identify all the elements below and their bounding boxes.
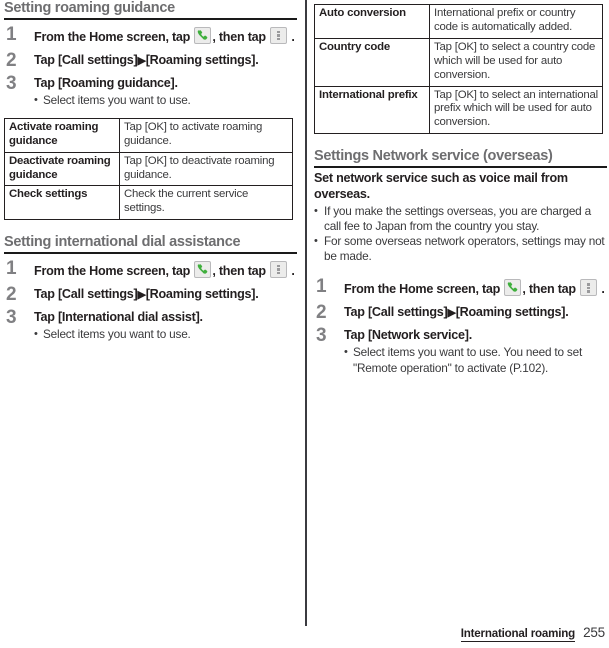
arrow-right-icon: ▶ <box>137 54 146 67</box>
table-cell-value: International prefix or country code is … <box>429 4 603 39</box>
steps-roaming-guidance: 1 From the Home screen, tap , then tap .… <box>4 23 297 108</box>
step-text: Tap [Call settings]▶[Roaming settings]. <box>34 53 297 69</box>
overflow-menu-icon <box>580 279 598 297</box>
step-text-part: . <box>598 282 605 297</box>
page-number: 255 <box>583 625 605 640</box>
table-cell-key: Auto conversion <box>314 4 430 39</box>
step-item: 2 Tap [Call settings]▶[Roaming settings]… <box>4 283 297 305</box>
table-cell-key: Activate roaming guidance <box>4 117 120 153</box>
step-text-part: Tap [Call settings] <box>34 286 138 301</box>
table-row: Auto conversion International prefix or … <box>314 4 603 39</box>
step-number: 3 <box>6 306 17 328</box>
step-notes: Select items you want to use. You need t… <box>344 345 607 375</box>
manual-page: Setting roaming guidance 1 From the Home… <box>0 0 609 648</box>
note-item: Select items you want to use. <box>34 327 297 342</box>
table-cell-value: Check the current service settings. <box>119 185 293 221</box>
step-number: 3 <box>316 325 327 347</box>
section-heading-network-service-overseas: Settings Network service (overseas) <box>314 148 607 168</box>
step-text-part: From the Home screen, tap <box>34 263 194 278</box>
right-column: Auto conversion International prefix or … <box>314 0 607 648</box>
table-row: Activate roaming guidance Tap [OK] to ac… <box>4 117 293 153</box>
step-number: 1 <box>316 276 327 298</box>
step-text-part: Tap [Call settings] <box>344 305 448 320</box>
step-item: 2 Tap [Call settings]▶[Roaming settings]… <box>4 49 297 71</box>
step-text: Tap [Roaming guidance]. <box>34 75 178 90</box>
step-text-part: , then tap <box>212 263 270 278</box>
table-row: Country code Tap [OK] to select a countr… <box>314 37 603 87</box>
step-text-part: [Roaming settings]. <box>455 305 569 320</box>
note-item: Select items you want to use. You need t… <box>344 345 607 375</box>
footer-running-head: International roaming <box>460 627 576 642</box>
step-text-part: , then tap <box>522 282 580 297</box>
note-item: If you make the settings overseas, you a… <box>314 204 607 234</box>
section-lead-notes: If you make the settings overseas, you a… <box>314 204 607 265</box>
overflow-menu-icon <box>270 260 288 278</box>
step-number: 1 <box>6 23 17 45</box>
step-item: 3 Tap [Roaming guidance]. Select items y… <box>4 72 297 108</box>
section-heading-international-dial-assistance: Setting international dial assistance <box>4 234 297 254</box>
step-text: From the Home screen, tap , then tap . <box>344 279 607 298</box>
column-divider <box>305 0 307 626</box>
overflow-menu-icon <box>270 26 288 44</box>
phone-handset-icon <box>504 279 522 297</box>
step-number: 2 <box>6 283 17 305</box>
section-lead-text: Set network service such as voice mail f… <box>314 170 568 202</box>
step-item: 1 From the Home screen, tap , then tap . <box>314 276 607 298</box>
step-number: 1 <box>6 257 17 279</box>
step-text-part: [Roaming settings]. <box>145 286 259 301</box>
table-row: International prefix Tap [OK] to select … <box>314 85 603 135</box>
table-cell-key: Country code <box>314 37 430 87</box>
step-text: Tap [Network service]. <box>344 328 472 343</box>
step-text: Tap [International dial assist]. <box>34 309 203 324</box>
step-text: Tap [Call settings]▶[Roaming settings]. <box>344 305 607 321</box>
left-column: Setting roaming guidance 1 From the Home… <box>4 0 297 648</box>
table-cell-key: International prefix <box>314 85 430 135</box>
step-text: From the Home screen, tap , then tap . <box>34 260 297 280</box>
table-cell-value: Tap [OK] to select an international pref… <box>429 85 603 135</box>
step-number: 3 <box>6 72 17 94</box>
step-text-part: , then tap <box>212 29 270 44</box>
section-heading-roaming-guidance: Setting roaming guidance <box>4 0 297 20</box>
step-text-part: From the Home screen, tap <box>34 29 194 44</box>
phone-handset-icon <box>194 26 212 44</box>
step-item: 1 From the Home screen, tap , then tap . <box>4 257 297 280</box>
step-number: 2 <box>6 49 17 71</box>
table-row: Check settings Check the current service… <box>4 185 293 221</box>
step-item: 2 Tap [Call settings]▶[Roaming settings]… <box>314 302 607 324</box>
step-notes: Select items you want to use. <box>34 93 297 108</box>
step-item: 3 Tap [International dial assist]. Selec… <box>4 306 297 342</box>
table-cell-key: Deactivate roaming guidance <box>4 151 120 187</box>
note-item: Select items you want to use. <box>34 93 297 108</box>
step-text-part: From the Home screen, tap <box>344 282 504 297</box>
table-row: Deactivate roaming guidance Tap [OK] to … <box>4 151 293 187</box>
note-item: For some overseas network operators, set… <box>314 234 607 264</box>
table-cell-value: Tap [OK] to deactivate roaming guidance. <box>119 151 293 187</box>
step-number: 2 <box>316 302 327 324</box>
step-item: 1 From the Home screen, tap , then tap . <box>4 23 297 46</box>
steps-network-service: 1 From the Home screen, tap , then tap .… <box>314 276 607 375</box>
international-dial-assist-options-table: Auto conversion International prefix or … <box>314 4 603 135</box>
arrow-right-icon: ▶ <box>137 288 146 301</box>
step-text-part: [Roaming settings]. <box>145 52 259 67</box>
step-text: Tap [Call settings]▶[Roaming settings]. <box>34 287 297 303</box>
table-cell-value: Tap [OK] to activate roaming guidance. <box>119 117 293 153</box>
step-text: From the Home screen, tap , then tap . <box>34 26 297 46</box>
roaming-guidance-options-table: Activate roaming guidance Tap [OK] to ac… <box>4 117 293 221</box>
step-text-part: . <box>288 263 295 278</box>
step-text-part: . <box>288 29 295 44</box>
phone-handset-icon <box>194 260 212 278</box>
step-notes: Select items you want to use. <box>34 327 297 342</box>
table-cell-value: Tap [OK] to select a country code which … <box>429 37 603 87</box>
step-text-part: Tap [Call settings] <box>34 52 138 67</box>
steps-international-dial-assistance: 1 From the Home screen, tap , then tap .… <box>4 257 297 342</box>
step-item: 3 Tap [Network service]. Select items yo… <box>314 325 607 375</box>
page-footer: International roaming 255 <box>460 625 605 642</box>
table-cell-key: Check settings <box>4 185 120 221</box>
arrow-right-icon: ▶ <box>447 307 456 320</box>
